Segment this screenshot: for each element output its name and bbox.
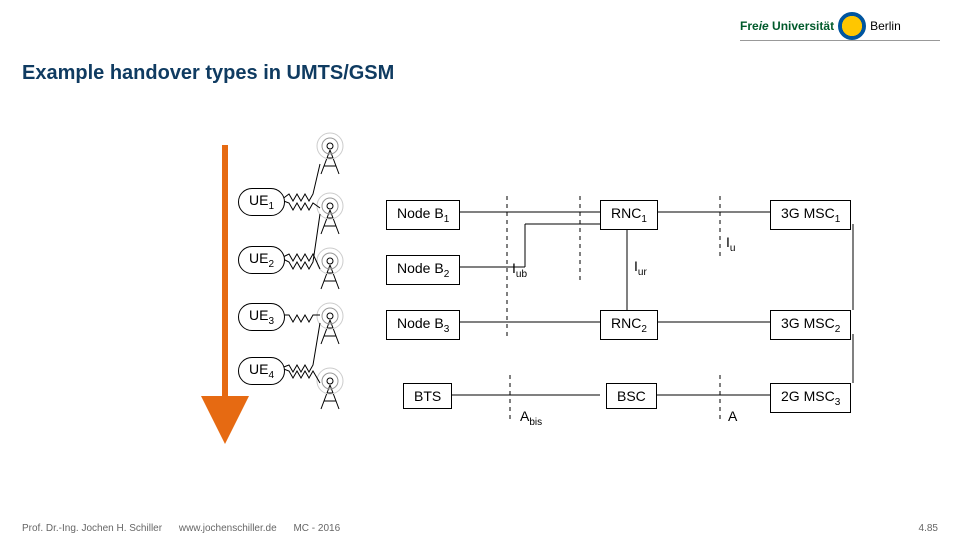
ue-2: UE2 xyxy=(238,246,285,274)
footer-author: Prof. Dr.-Ing. Jochen H. Schiller xyxy=(22,523,162,534)
ue-1-sub: 1 xyxy=(268,201,274,212)
ue-1-label: UE xyxy=(249,192,268,208)
bts: BTS xyxy=(403,383,452,409)
diagram-canvas xyxy=(0,0,960,540)
node-b2: Node B2 xyxy=(386,255,460,285)
footer-url: www.jochenschiller.de xyxy=(179,523,277,534)
footer: Prof. Dr.-Ing. Jochen H. Schiller www.jo… xyxy=(22,523,354,534)
iface-iu: Iu xyxy=(726,234,735,254)
iface-abis: Abis xyxy=(520,408,542,428)
3g-msc-1: 3G MSC1 xyxy=(770,200,851,230)
ue-4: UE4 xyxy=(238,357,285,385)
node-b1: Node B1 xyxy=(386,200,460,230)
iface-a: A xyxy=(728,408,737,424)
2g-msc-3: 2G MSC3 xyxy=(770,383,851,413)
rnc-1: RNC1 xyxy=(600,200,658,230)
iface-iur: Iur xyxy=(634,258,647,278)
ue-3: UE3 xyxy=(238,303,285,331)
bsc: BSC xyxy=(606,383,657,409)
3g-msc-2: 3G MSC2 xyxy=(770,310,851,340)
node-b3: Node B3 xyxy=(386,310,460,340)
footer-page: 4.85 xyxy=(919,523,938,534)
rnc-2: RNC2 xyxy=(600,310,658,340)
footer-course: MC - 2016 xyxy=(293,523,340,534)
iface-iub: Iub xyxy=(512,260,527,280)
ue-1: UE1 xyxy=(238,188,285,216)
